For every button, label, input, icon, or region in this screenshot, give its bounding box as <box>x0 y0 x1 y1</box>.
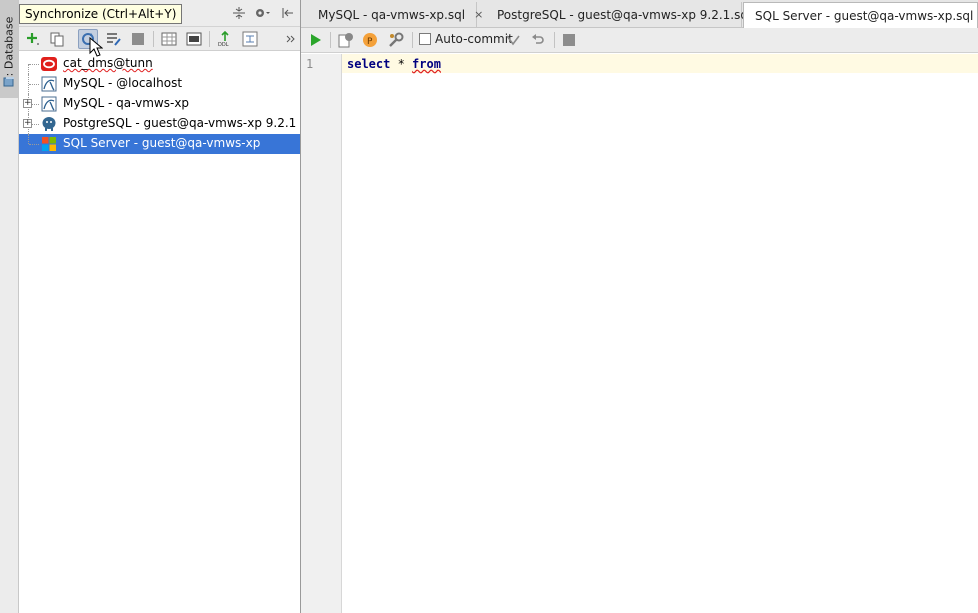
tab-label: PostgreSQL - guest@qa-vmws-xp 9.2.1.sql <box>497 7 752 22</box>
table-editor-icon[interactable] <box>159 29 179 49</box>
autocommit-toggle[interactable]: Auto-commit <box>419 32 513 46</box>
tree-item-mysql-localhost[interactable]: MySQL - @localhost <box>19 74 300 94</box>
sql-operator: * <box>390 57 413 71</box>
synchronize-tooltip: Synchronize (Ctrl+Alt+Y) <box>19 4 183 24</box>
svg-text:DDL: DDL <box>218 42 229 47</box>
collapse-all-icon[interactable] <box>230 5 248 21</box>
close-icon[interactable]: × <box>474 8 483 21</box>
gear-icon[interactable] <box>254 5 272 21</box>
tab-sqlserver[interactable]: SQL Server - guest@qa-vmws-xp.sql <box>743 2 978 28</box>
tree-item-oracle[interactable]: cat_dms@tunn <box>19 54 300 74</box>
explain-plan-icon[interactable] <box>336 31 356 49</box>
diagram-icon[interactable] <box>240 29 260 49</box>
tree-item-label: PostgreSQL - guest@qa-vmws-xp 9.2.1 <box>63 116 297 130</box>
console-icon[interactable] <box>184 29 204 49</box>
tree-item-label: MySQL - @localhost <box>63 76 183 90</box>
autocommit-checkbox[interactable] <box>419 33 431 45</box>
stop-icon[interactable] <box>559 31 579 49</box>
tree-item-label: cat_dms@tunn <box>63 56 153 70</box>
editor-tabs: MySQL - qa-vmws-xp.sql × PostgreSQL - gu… <box>301 0 978 28</box>
parameters-icon[interactable]: P <box>360 31 380 49</box>
mouse-cursor-icon <box>89 37 103 57</box>
sql-keyword: select <box>347 57 391 71</box>
expand-icon[interactable]: + <box>23 119 32 128</box>
database-panel: DDL cat_dms@tunn MySQL - @localhost + My… <box>19 0 301 613</box>
add-datasource-icon[interactable] <box>23 29 43 49</box>
panel-toolbar: DDL <box>19 27 300 51</box>
code-line: select * from <box>347 57 441 71</box>
tool-window-strip: 1: Database <box>0 0 19 613</box>
datasource-tree: cat_dms@tunn MySQL - @localhost + MySQL … <box>19 54 300 154</box>
tree-item-label: SQL Server - guest@qa-vmws-xp <box>63 136 261 150</box>
autocommit-label: Auto-commit <box>435 32 513 46</box>
mysql-icon <box>41 76 57 92</box>
hide-panel-icon[interactable] <box>278 5 296 21</box>
tab-label: MySQL - qa-vmws-xp.sql <box>318 7 466 22</box>
tree-item-postgresql[interactable]: + PostgreSQL - guest@qa-vmws-xp 9.2.1 <box>19 114 300 134</box>
more-actions-icon[interactable] <box>281 29 301 49</box>
settings-wrench-icon[interactable] <box>386 31 406 49</box>
database-tool-tab[interactable]: 1: Database <box>0 0 18 98</box>
ddl-export-icon[interactable]: DDL <box>215 29 235 49</box>
rollback-icon[interactable] <box>528 31 548 49</box>
datasource-properties-icon[interactable] <box>103 29 123 49</box>
line-number-gutter: 1 <box>301 54 342 613</box>
editor-toolbar: P Auto-commit <box>301 28 978 53</box>
copy-icon[interactable] <box>47 29 67 49</box>
sql-keyword: from <box>412 57 441 71</box>
line-number: 1 <box>306 57 314 71</box>
database-tool-icon <box>3 77 14 87</box>
tab-postgresql[interactable]: PostgreSQL - guest@qa-vmws-xp 9.2.1.sql … <box>486 2 770 27</box>
database-tool-tab-label: 1: Database <box>2 16 16 84</box>
tab-mysql-qa[interactable]: MySQL - qa-vmws-xp.sql × <box>307 2 483 27</box>
sql-editor[interactable]: select * from <box>342 54 978 613</box>
postgresql-icon <box>42 117 56 131</box>
mysql-icon <box>41 96 57 112</box>
commit-icon[interactable] <box>503 31 523 49</box>
tree-item-mysql-qa[interactable]: + MySQL - qa-vmws-xp <box>19 94 300 114</box>
stop-icon[interactable] <box>128 29 148 49</box>
tab-label: SQL Server - guest@qa-vmws-xp.sql <box>755 8 974 23</box>
svg-text:P: P <box>367 37 373 47</box>
oracle-icon <box>41 57 57 71</box>
run-icon[interactable] <box>305 31 325 49</box>
tree-item-label: MySQL - qa-vmws-xp <box>63 96 190 110</box>
expand-icon[interactable]: + <box>23 99 32 108</box>
sqlserver-icon <box>42 137 56 151</box>
editor-area: MySQL - qa-vmws-xp.sql × PostgreSQL - gu… <box>301 0 978 613</box>
tree-item-sqlserver[interactable]: SQL Server - guest@qa-vmws-xp <box>19 134 300 154</box>
